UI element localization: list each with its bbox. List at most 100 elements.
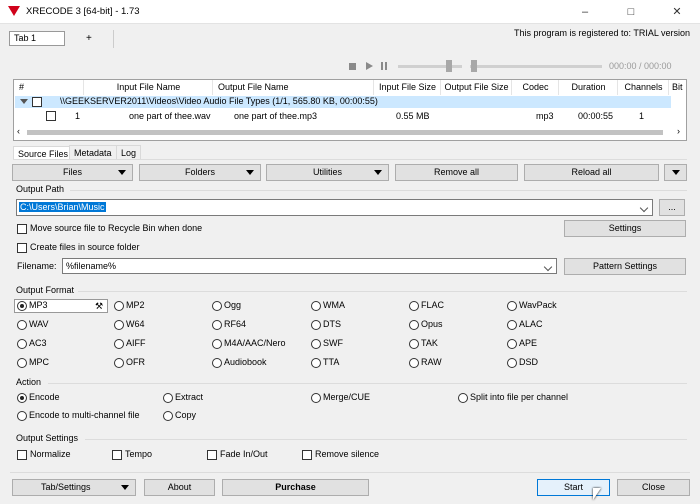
maximize-button[interactable]: □	[608, 0, 654, 24]
create-source-label[interactable]: Create files in source folder	[30, 242, 140, 252]
format-label-wavpack[interactable]: WavPack	[519, 300, 557, 310]
format-radio-swf[interactable]	[311, 339, 321, 349]
tempo-checkbox[interactable]	[112, 450, 122, 460]
move-recycle-label[interactable]: Move source file to Recycle Bin when don…	[30, 223, 202, 233]
group-checkbox[interactable]	[32, 97, 42, 107]
format-radio-wma[interactable]	[311, 301, 321, 311]
copy-radio[interactable]	[163, 411, 173, 421]
extract-radio[interactable]	[163, 393, 173, 403]
format-label-wma[interactable]: WMA	[323, 300, 345, 310]
merge-cue-label[interactable]: Merge/CUE	[323, 392, 370, 402]
pattern-settings-button[interactable]: Pattern Settings	[564, 258, 686, 275]
encode-radio[interactable]	[17, 393, 27, 403]
file-list[interactable]: # Input File Name Output File Name Input…	[13, 79, 687, 141]
utilities-button[interactable]: Utilities	[266, 164, 389, 181]
format-radio-audiobook[interactable]	[212, 358, 222, 368]
purchase-button[interactable]: Purchase	[222, 479, 369, 496]
format-radio-ape[interactable]	[507, 339, 517, 349]
format-label-w64[interactable]: W64	[126, 319, 145, 329]
fade-checkbox[interactable]	[207, 450, 217, 460]
format-radio-alac[interactable]	[507, 320, 517, 330]
col-header[interactable]: Output File Name	[214, 80, 374, 95]
folders-button[interactable]: Folders	[139, 164, 261, 181]
encode-label[interactable]: Encode	[29, 392, 60, 402]
format-radio-ofr[interactable]	[114, 358, 124, 368]
format-radio-ac3[interactable]	[17, 339, 27, 349]
format-radio-flac[interactable]	[409, 301, 419, 311]
format-label-ogg[interactable]: Ogg	[224, 300, 241, 310]
format-label-raw[interactable]: RAW	[421, 357, 442, 367]
col-header[interactable]: Codec	[513, 80, 559, 95]
scroll-left-icon[interactable]: ‹	[17, 126, 20, 136]
format-radio-mp3[interactable]	[17, 301, 27, 311]
close-button[interactable]: Close	[617, 479, 690, 496]
format-label-dsd[interactable]: DSD	[519, 357, 538, 367]
minimize-button[interactable]: –	[562, 0, 608, 24]
format-label-rf64[interactable]: RF64	[224, 319, 246, 329]
format-radio-raw[interactable]	[409, 358, 419, 368]
format-label-aiff[interactable]: AIFF	[126, 338, 146, 348]
format-radio-wav[interactable]	[17, 320, 27, 330]
play-icon[interactable]	[366, 62, 373, 70]
format-radio-opus[interactable]	[409, 320, 419, 330]
col-header[interactable]: #	[14, 80, 84, 95]
format-label-m4a-aac-nero[interactable]: M4A/AAC/Nero	[224, 338, 286, 348]
table-row[interactable]: 1 one part of thee.wav one part of thee.…	[15, 109, 671, 123]
format-radio-rf64[interactable]	[212, 320, 222, 330]
col-header[interactable]: Bit	[670, 80, 688, 95]
files-button[interactable]: Files	[12, 164, 133, 181]
format-label-ape[interactable]: APE	[519, 338, 537, 348]
format-label-ofr[interactable]: OFR	[126, 357, 145, 367]
format-radio-ogg[interactable]	[212, 301, 222, 311]
move-recycle-checkbox[interactable]	[17, 224, 27, 234]
format-radio-tta[interactable]	[311, 358, 321, 368]
format-radio-tak[interactable]	[409, 339, 419, 349]
format-label-wav[interactable]: WAV	[29, 319, 49, 329]
close-window-button[interactable]: ✕	[654, 0, 700, 24]
horizontal-scrollbar[interactable]: ‹ ›	[15, 126, 685, 138]
tab-log[interactable]: Log	[116, 145, 142, 159]
col-header[interactable]: Input File Size	[375, 80, 441, 95]
format-label-mp3[interactable]: MP3	[29, 300, 48, 310]
multichannel-radio[interactable]	[17, 411, 27, 421]
tab-settings-button[interactable]: Tab/Settings	[12, 479, 136, 496]
normalize-label[interactable]: Normalize	[30, 449, 71, 459]
format-label-mpc[interactable]: MPC	[29, 357, 49, 367]
format-label-dts[interactable]: DTS	[323, 319, 341, 329]
merge-cue-radio[interactable]	[311, 393, 321, 403]
volume-thumb[interactable]	[446, 60, 452, 72]
filename-pattern-select[interactable]: %filename%	[62, 258, 557, 274]
copy-label[interactable]: Copy	[175, 410, 196, 420]
col-header[interactable]: Output File Size	[442, 80, 512, 95]
tempo-label[interactable]: Tempo	[125, 449, 152, 459]
format-radio-aiff[interactable]	[114, 339, 124, 349]
remove-silence-label[interactable]: Remove silence	[315, 449, 379, 459]
col-header[interactable]: Channels	[619, 80, 669, 95]
format-radio-dsd[interactable]	[507, 358, 517, 368]
format-label-tta[interactable]: TTA	[323, 357, 339, 367]
output-path-input[interactable]: C:\Users\Brian\Music	[16, 199, 653, 216]
remove-all-button[interactable]: Remove all	[395, 164, 518, 181]
format-radio-mpc[interactable]	[17, 358, 27, 368]
col-header[interactable]: Input File Name	[85, 80, 213, 95]
format-label-mp2[interactable]: MP2	[126, 300, 145, 310]
format-radio-w64[interactable]	[114, 320, 124, 330]
format-label-flac[interactable]: FLAC	[421, 300, 444, 310]
remove-silence-checkbox[interactable]	[302, 450, 312, 460]
wrench-icon[interactable]: ⚒	[95, 301, 103, 312]
create-source-checkbox[interactable]	[17, 243, 27, 253]
format-radio-mp2[interactable]	[114, 301, 124, 311]
format-label-audiobook[interactable]: Audiobook	[224, 357, 267, 367]
stop-icon[interactable]	[349, 63, 356, 70]
group-row[interactable]: \\GEEKSERVER2011\Videos\Video Audio File…	[15, 96, 671, 108]
col-header[interactable]: Duration	[560, 80, 618, 95]
multichannel-label[interactable]: Encode to multi-channel file	[29, 410, 140, 420]
split-channel-radio[interactable]	[458, 393, 468, 403]
browse-button[interactable]: ...	[659, 199, 685, 216]
extract-label[interactable]: Extract	[175, 392, 203, 402]
format-label-opus[interactable]: Opus	[421, 319, 443, 329]
reload-all-button[interactable]: Reload all	[524, 164, 659, 181]
normalize-checkbox[interactable]	[17, 450, 27, 460]
format-radio-dts[interactable]	[311, 320, 321, 330]
about-button[interactable]: About	[144, 479, 215, 496]
